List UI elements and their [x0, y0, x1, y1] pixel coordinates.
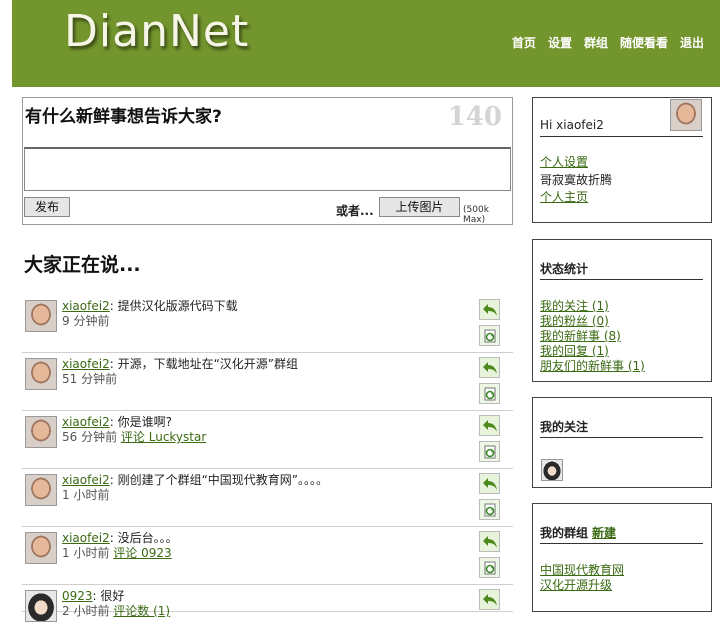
reply-icon[interactable]: [479, 473, 500, 494]
avatar[interactable]: [25, 474, 57, 506]
status-feed: xiaofei2: 提供汉化版源代码下载 9 分钟前 xiaofei2: 开源，…: [22, 295, 513, 622]
upload-size-limit: (500k Max): [463, 205, 489, 225]
retweet-icon[interactable]: [479, 383, 500, 404]
feed-item: xiaofei2: 刚创建了个群组“中国现代教育网”。。。。 1 小时前: [22, 469, 513, 527]
nav-groups[interactable]: 群组: [584, 34, 608, 51]
or-label: 或者...: [336, 204, 374, 218]
feed-message: : 开源，下载地址在“汉化开源”群组: [109, 357, 299, 371]
retweet-icon[interactable]: [479, 325, 500, 346]
avatar[interactable]: [25, 532, 57, 564]
retweet-icon[interactable]: [479, 557, 500, 578]
user-greeting: Hi xiaofei2: [540, 118, 604, 132]
feed-comment-link[interactable]: 评论 0923: [113, 546, 171, 560]
user-links: 个人设置 哥寂寞故折腾 个人主页: [540, 155, 612, 205]
nav-home[interactable]: 首页: [512, 34, 536, 51]
feed-message: : 没后台。。。: [109, 531, 178, 545]
nav-browse[interactable]: 随便看看: [620, 34, 668, 51]
retweet-icon[interactable]: [479, 499, 500, 520]
feed-message: : 很好: [92, 589, 125, 603]
stats-list: 我的关注 (1) 我的粉丝 (0) 我的新鲜事 (8) 我的回复 (1) 朋友们…: [540, 299, 645, 374]
feed-user-link[interactable]: xiaofei2: [62, 299, 110, 313]
stats-title: 状态统计: [540, 262, 589, 276]
stat-my-posts-link[interactable]: 我的新鲜事 (8): [540, 329, 645, 344]
feed-time: 51 分钟前: [62, 372, 118, 386]
reply-icon[interactable]: [479, 299, 500, 320]
stat-followers-link[interactable]: 我的粉丝 (0): [540, 314, 645, 329]
header-bar: DianNet 首页 设置 群组 随便看看 退出: [12, 0, 720, 87]
reply-icon[interactable]: [479, 589, 500, 610]
personal-settings-link[interactable]: 个人设置: [540, 155, 612, 170]
feed-user-link[interactable]: xiaofei2: [62, 473, 110, 487]
char-counter: 140: [447, 102, 502, 132]
following-title: 我的关注: [540, 420, 589, 434]
avatar[interactable]: [25, 416, 57, 448]
reply-icon[interactable]: [479, 415, 500, 436]
feed-time: 1 小时前: [62, 488, 110, 502]
avatar[interactable]: [25, 300, 57, 332]
retweet-icon[interactable]: [479, 441, 500, 462]
feed-time: 9 分钟前: [62, 314, 110, 328]
new-group-link[interactable]: 新建: [592, 526, 616, 540]
feed-item-text: xiaofei2: 开源，下载地址在“汉化开源”群组 51 分钟前: [62, 357, 462, 387]
feed-item-text: 0923: 很好 2 小时前 评论数 (1): [62, 589, 462, 619]
avatar[interactable]: [25, 358, 57, 390]
feed-time: 56 分钟前: [62, 430, 118, 444]
stat-following-link[interactable]: 我的关注 (1): [540, 299, 645, 314]
avatar[interactable]: [25, 590, 57, 622]
feed-comment-link[interactable]: 评论数 (1): [113, 604, 170, 618]
divider: [540, 437, 703, 438]
compose-box: 有什么新鲜事想告诉大家? 140 发布 或者... 上传图片 (500k Max…: [22, 97, 513, 225]
feed-time: 1 小时前: [62, 546, 110, 560]
groups-list: 中国现代教育网 汉化开源升级: [540, 563, 624, 593]
compose-title: 有什么新鲜事想告诉大家?: [25, 107, 222, 127]
feed-user-link[interactable]: xiaofei2: [62, 531, 110, 545]
main-nav: 首页 设置 群组 随便看看 退出: [512, 34, 704, 51]
personal-home-link[interactable]: 个人主页: [540, 190, 612, 205]
divider: [540, 543, 703, 544]
upload-image-button[interactable]: 上传图片: [379, 197, 460, 217]
group-link[interactable]: 中国现代教育网: [540, 563, 624, 578]
groups-panel: 我的群组 新建 中国现代教育网 汉化开源升级: [532, 503, 712, 612]
feed-item: xiaofei2: 你是谁啊? 56 分钟前 评论 Luckystar: [22, 411, 513, 469]
feed-message: : 提供汉化版源代码下载: [109, 299, 238, 313]
stats-panel: 状态统计 我的关注 (1) 我的粉丝 (0) 我的新鲜事 (8) 我的回复 (1…: [532, 239, 712, 382]
feed-user-link[interactable]: xiaofei2: [62, 357, 110, 371]
groups-title-text: 我的群组: [540, 526, 589, 540]
feed-title: 大家正在说...: [24, 254, 141, 276]
feed-item-text: xiaofei2: 刚创建了个群组“中国现代教育网”。。。。 1 小时前: [62, 473, 462, 503]
nav-logout[interactable]: 退出: [680, 34, 704, 51]
reply-icon[interactable]: [479, 357, 500, 378]
feed-comment-link[interactable]: 评论 Luckystar: [121, 430, 206, 444]
stat-friends-posts-link[interactable]: 朋友们的新鲜事 (1): [540, 359, 645, 374]
nav-settings[interactable]: 设置: [548, 34, 572, 51]
divider: [540, 136, 703, 137]
following-panel: 我的关注: [532, 397, 712, 488]
user-motto: 哥寂寞故折腾: [540, 173, 613, 187]
feed-message: : 你是谁啊?: [109, 415, 172, 429]
divider: [540, 279, 703, 280]
feed-item-text: xiaofei2: 没后台。。。 1 小时前 评论 0923: [62, 531, 462, 561]
following-avatar[interactable]: [541, 459, 563, 481]
feed-user-link[interactable]: xiaofei2: [62, 415, 110, 429]
feed-item-text: xiaofei2: 提供汉化版源代码下载 9 分钟前: [62, 299, 462, 329]
user-avatar[interactable]: [670, 99, 702, 131]
publish-button[interactable]: 发布: [24, 197, 70, 217]
groups-title: 我的群组 新建: [540, 524, 616, 541]
status-input[interactable]: [24, 147, 511, 191]
feed-item: xiaofei2: 没后台。。。 1 小时前 评论 0923: [22, 527, 513, 585]
feed-item: 0923: 很好 2 小时前 评论数 (1): [22, 585, 513, 622]
feed-message: : 刚创建了个群组“中国现代教育网”。。。。: [109, 473, 329, 487]
user-panel: Hi xiaofei2 个人设置 哥寂寞故折腾 个人主页: [532, 97, 712, 223]
stat-replies-link[interactable]: 我的回复 (1): [540, 344, 645, 359]
group-link[interactable]: 汉化开源升级: [540, 578, 624, 593]
feed-item: xiaofei2: 开源，下载地址在“汉化开源”群组 51 分钟前: [22, 353, 513, 411]
reply-icon[interactable]: [479, 531, 500, 552]
feed-item-text: xiaofei2: 你是谁啊? 56 分钟前 评论 Luckystar: [62, 415, 462, 445]
feed-user-link[interactable]: 0923: [62, 589, 93, 603]
feed-item: xiaofei2: 提供汉化版源代码下载 9 分钟前: [22, 295, 513, 353]
feed-time: 2 小时前: [62, 604, 110, 618]
site-logo[interactable]: DianNet: [64, 6, 249, 57]
